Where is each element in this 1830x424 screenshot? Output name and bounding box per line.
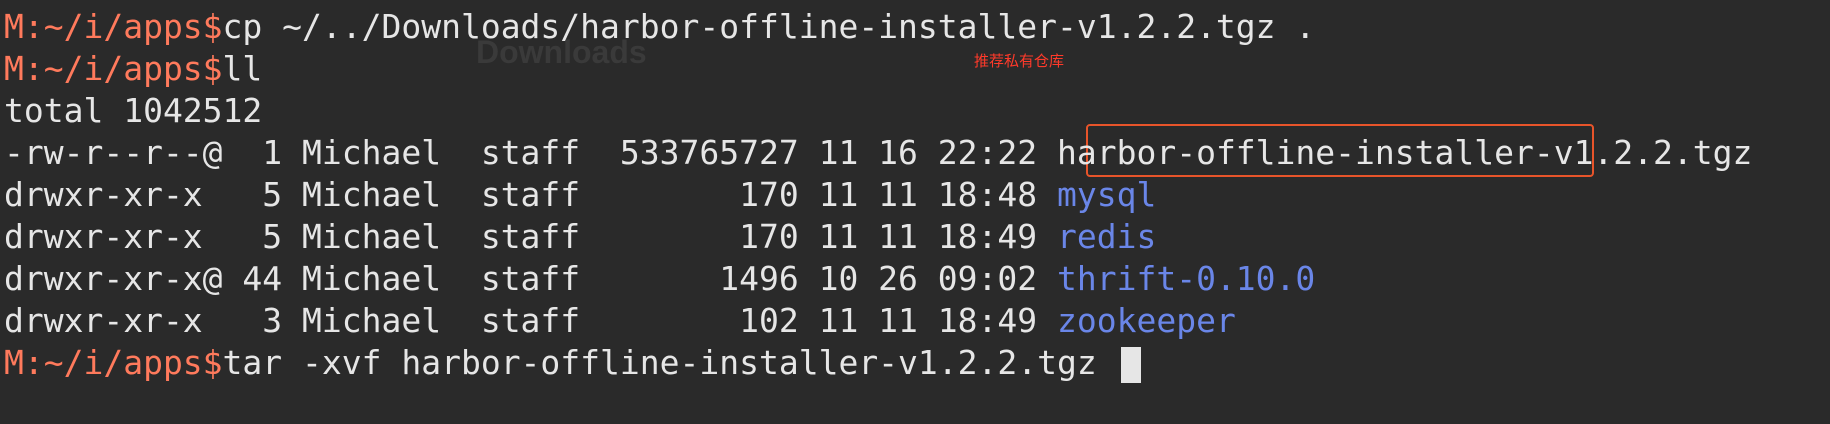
terminal-line-tar[interactable]: M:~/i/apps$tar -xvf harbor-offline-insta… bbox=[4, 342, 1141, 384]
listing-row-zookeeper: drwxr-xr-x 3 Michael staff 102 11 11 18:… bbox=[4, 300, 1236, 342]
command-text: cp ~/../Downloads/harbor-offline-install… bbox=[222, 7, 1316, 46]
annotation-label: 推荐私有仓库 bbox=[974, 52, 1065, 70]
file-name-highlighted: harbor-offline-installer bbox=[1057, 133, 1534, 172]
directory-name: thrift-0.10.0 bbox=[1057, 259, 1316, 298]
shell-prompt: M:~/i/apps$ bbox=[4, 7, 223, 46]
terminal-line-ll: M:~/i/apps$ll bbox=[4, 48, 262, 90]
directory-name: redis bbox=[1057, 217, 1157, 256]
file-meta: drwxr-xr-x@ 44 Michael staff 1496 10 26 … bbox=[4, 259, 1057, 298]
shell-prompt: M:~/i/apps$ bbox=[4, 343, 223, 382]
file-meta: -rw-r--r--@ 1 Michael staff 533765727 11… bbox=[4, 133, 1057, 172]
listing-row-harbor: -rw-r--r--@ 1 Michael staff 533765727 11… bbox=[4, 132, 1752, 174]
directory-name: zookeeper bbox=[1057, 301, 1236, 340]
shell-prompt: M:~/i/apps$ bbox=[4, 49, 223, 88]
terminal-line-total: total 1042512 bbox=[4, 90, 262, 132]
terminal-window[interactable]: Downloads 推荐私有仓库 M:~/i/apps$cp ~/../Down… bbox=[0, 0, 1830, 424]
terminal-line-cp: M:~/i/apps$cp ~/../Downloads/harbor-offl… bbox=[4, 6, 1315, 48]
command-text: ll bbox=[222, 49, 263, 88]
listing-row-redis: drwxr-xr-x 5 Michael staff 170 11 11 18:… bbox=[4, 216, 1156, 258]
listing-row-mysql: drwxr-xr-x 5 Michael staff 170 11 11 18:… bbox=[4, 174, 1156, 216]
output-text: total 1042512 bbox=[4, 91, 263, 130]
file-name-rest: -v1.2.2.tgz bbox=[1533, 133, 1753, 172]
command-input[interactable]: tar -xvf harbor-offline-installer-v1.2.2… bbox=[223, 343, 1117, 382]
file-meta: drwxr-xr-x 5 Michael staff 170 11 11 18:… bbox=[4, 175, 1057, 214]
directory-name: mysql bbox=[1057, 175, 1157, 214]
file-meta: drwxr-xr-x 3 Michael staff 102 11 11 18:… bbox=[4, 301, 1057, 340]
text-cursor bbox=[1120, 346, 1141, 383]
listing-row-thrift: drwxr-xr-x@ 44 Michael staff 1496 10 26 … bbox=[4, 258, 1315, 300]
file-meta: drwxr-xr-x 5 Michael staff 170 11 11 18:… bbox=[4, 217, 1057, 256]
